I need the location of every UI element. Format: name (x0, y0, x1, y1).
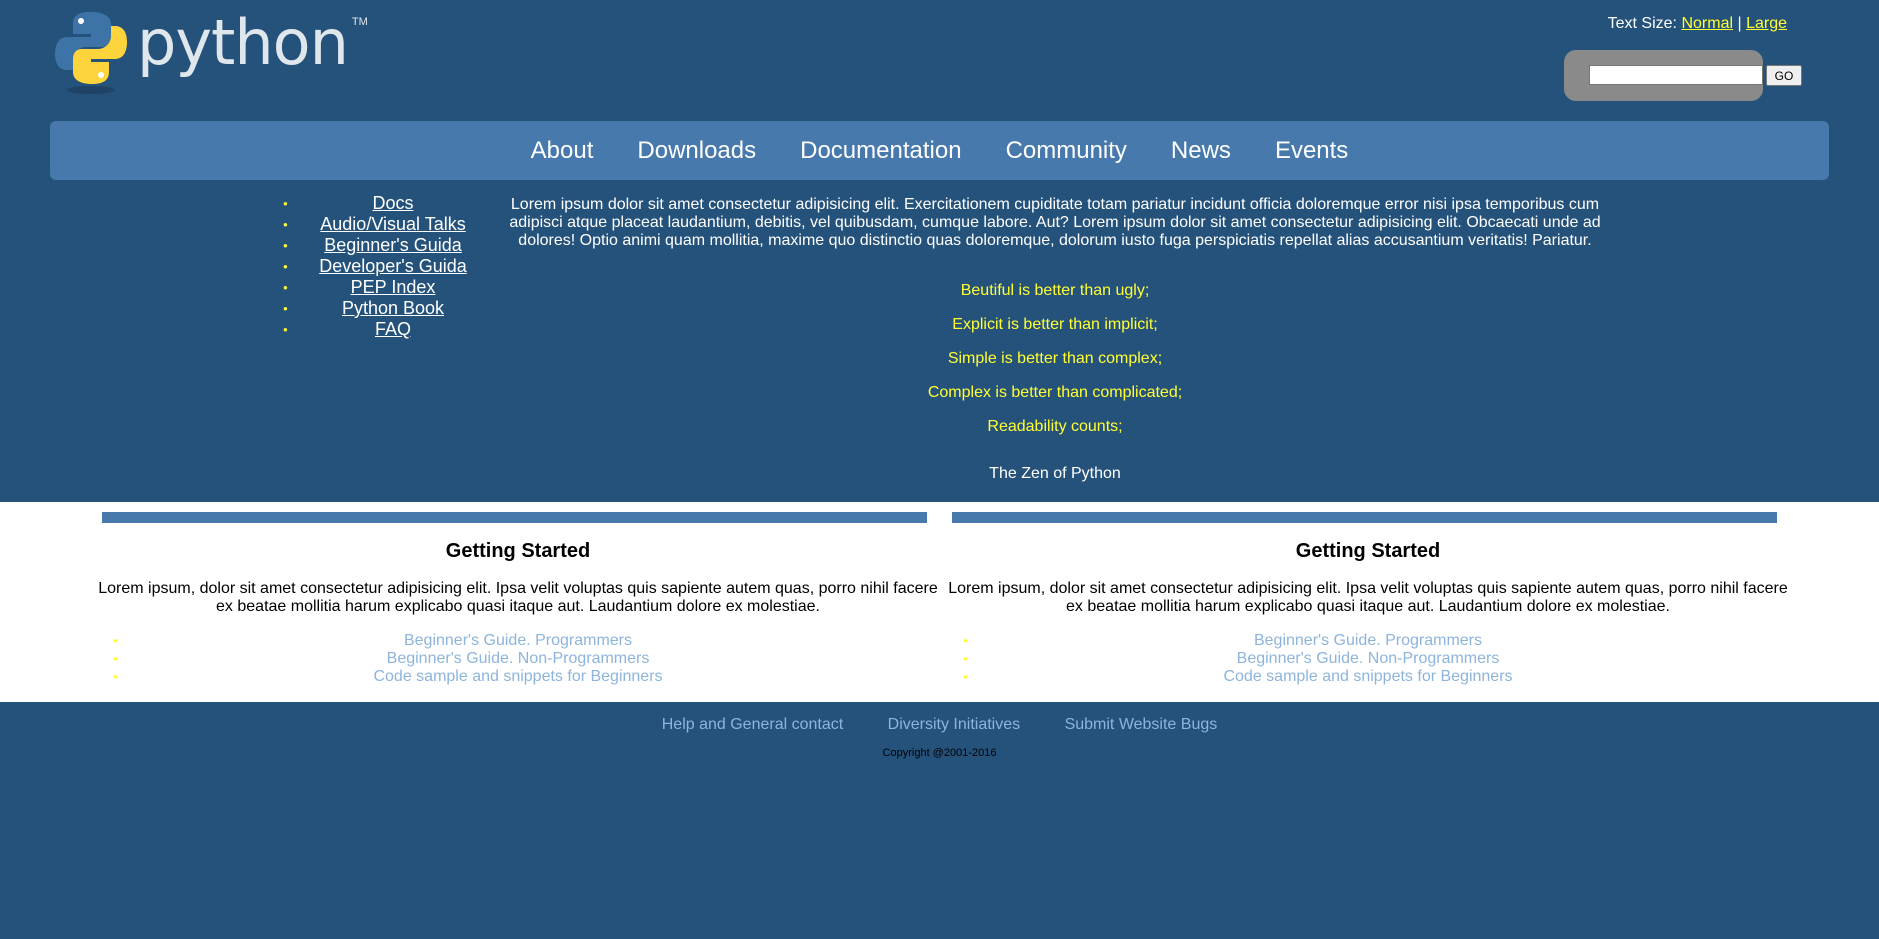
text-size-label: Text Size: (1607, 15, 1677, 32)
list-item: Python Book (283, 298, 503, 319)
text-size-large-link[interactable]: Large (1746, 15, 1787, 32)
column-divider-bar (102, 512, 927, 523)
list-item: Beginner's Guide. Programmers (943, 632, 1793, 650)
nav-documentation[interactable]: Documentation (800, 137, 961, 165)
sidebar-link-faq[interactable]: FAQ (375, 319, 411, 339)
sidebar-link-av-talks[interactable]: Audio/Visual Talks (320, 214, 465, 234)
python-snake-icon (55, 12, 127, 94)
zen-line: Readability counts; (987, 418, 1123, 435)
nav-community[interactable]: Community (1006, 137, 1127, 165)
python-logo[interactable]: python TM (55, 6, 368, 96)
column-title: Getting Started (1295, 540, 1441, 562)
text-size-normal-link[interactable]: Normal (1681, 15, 1733, 32)
copyright-text: Copyright @2001-2016 (882, 747, 997, 759)
zen-line: Complex is better than complicated; (927, 384, 1183, 401)
footer-link-help[interactable]: Help and General contact (662, 716, 843, 733)
text-size-control: Text Size: Normal | Large (1608, 15, 1787, 33)
list-item: PEP Index (283, 277, 503, 298)
nav-news[interactable]: News (1171, 137, 1231, 165)
nav-about[interactable]: About (531, 137, 594, 165)
footer-link-diversity[interactable]: Diversity Initiatives (888, 716, 1020, 733)
zen-line: Explicit is better than implicit; (952, 316, 1158, 333)
intro-paragraph: Lorem ipsum dolor sit amet consectetur a… (509, 196, 1601, 249)
list-item: Code sample and snippets for Beginners (93, 668, 943, 686)
search-input[interactable] (1589, 65, 1763, 85)
link-code-samples[interactable]: Code sample and snippets for Beginners (373, 668, 662, 685)
search-go-button[interactable]: GO (1766, 65, 1802, 86)
nav-events[interactable]: Events (1275, 137, 1348, 165)
zen-list: Beutiful is better than ugly; Explicit i… (505, 280, 1605, 450)
list-item: Beginner's Guida (283, 235, 503, 256)
column-divider-bar (952, 512, 1777, 523)
zen-line: Simple is better than complex; (947, 350, 1163, 367)
link-beginners-programmers[interactable]: Beginner's Guide. Programmers (1254, 632, 1482, 649)
link-beginners-non-programmers[interactable]: Beginner's Guide. Non-Programmers (1237, 650, 1500, 667)
sidebar-link-pep-index[interactable]: PEP Index (351, 277, 436, 297)
zen-line: Beutiful is better than ugly; (960, 282, 1150, 299)
list-item: Audio/Visual Talks (283, 214, 503, 235)
sidebar-links: Docs Audio/Visual Talks Beginner's Guida… (283, 193, 503, 340)
list-item: Beginner's Guide. Non-Programmers (93, 650, 943, 668)
zen-title: The Zen of Python (989, 465, 1121, 482)
link-beginners-non-programmers[interactable]: Beginner's Guide. Non-Programmers (387, 650, 650, 667)
logo-wordmark: python (137, 6, 349, 79)
column-links: Beginner's Guide. Programmers Beginner's… (93, 632, 943, 686)
list-item: Beginner's Guide. Programmers (93, 632, 943, 650)
column-links: Beginner's Guide. Programmers Beginner's… (943, 632, 1793, 686)
sidebar-link-beginners-guide[interactable]: Beginner's Guida (324, 235, 462, 255)
footer-link-bugs[interactable]: Submit Website Bugs (1065, 716, 1218, 733)
trademark-mark: TM (351, 16, 368, 28)
list-item: FAQ (283, 319, 503, 340)
sidebar-link-docs[interactable]: Docs (372, 193, 413, 213)
list-item: Docs (283, 193, 503, 214)
nav-downloads[interactable]: Downloads (637, 137, 756, 165)
search-box: GO (1564, 50, 1802, 101)
sidebar-link-developers-guide[interactable]: Developer's Guida (319, 256, 467, 276)
header: python TM Text Size: Normal | Large GO (0, 0, 1879, 120)
column-text: Lorem ipsum, dolor sit amet consectetur … (948, 580, 1788, 615)
main-nav: About Downloads Documentation Community … (50, 121, 1829, 180)
list-item: Code sample and snippets for Beginners (943, 668, 1793, 686)
footer-links: Help and General contact Diversity Initi… (0, 716, 1879, 734)
link-code-samples[interactable]: Code sample and snippets for Beginners (1223, 668, 1512, 685)
list-item: Beginner's Guide. Non-Programmers (943, 650, 1793, 668)
list-item: Developer's Guida (283, 256, 503, 277)
column-text: Lorem ipsum, dolor sit amet consectetur … (98, 580, 938, 615)
getting-started-section: Getting Started Lorem ipsum, dolor sit a… (0, 502, 1879, 702)
text-size-separator: | (1737, 15, 1742, 32)
sidebar-link-python-book[interactable]: Python Book (342, 298, 444, 318)
link-beginners-programmers[interactable]: Beginner's Guide. Programmers (404, 632, 632, 649)
column-title: Getting Started (445, 540, 591, 562)
